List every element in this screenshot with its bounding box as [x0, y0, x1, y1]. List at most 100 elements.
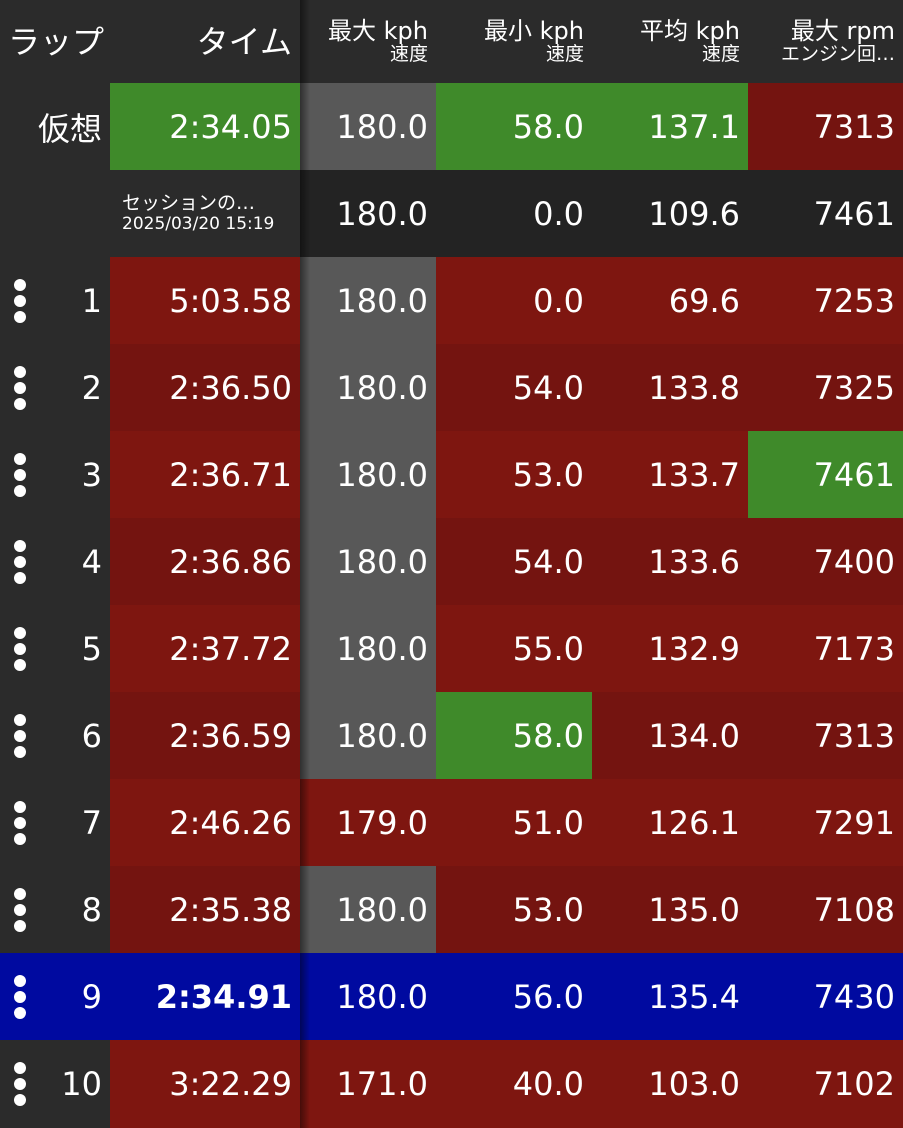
- lap-max-speed: 180.0: [300, 431, 436, 518]
- lap-avg-speed: 133.6: [592, 518, 748, 605]
- lap-max-speed: 180.0: [300, 257, 436, 344]
- header-max-rpm-sublabel: エンジン回…: [780, 43, 895, 65]
- lap-min-speed: 56.0: [436, 953, 592, 1040]
- header-min-speed[interactable]: 最小 kph 速度: [436, 0, 592, 83]
- lap-number: 4: [40, 518, 110, 605]
- row-menu-icon[interactable]: [0, 866, 40, 953]
- lap-max-rpm: 7253: [748, 257, 903, 344]
- session-datetime: 2025/03/20 15:19: [122, 213, 275, 234]
- lap-time: 5:03.58: [110, 257, 300, 344]
- lap-avg-speed: 134.0: [592, 692, 748, 779]
- lap-number: 10: [40, 1040, 110, 1128]
- table-row[interactable]: 10 3:22.29 171.0 40.0 103.0 7102: [0, 1040, 903, 1128]
- lap-avg-speed: 126.1: [592, 779, 748, 866]
- virtual-min-speed: 58.0: [436, 83, 592, 170]
- table-row-selected[interactable]: 9 2:34.91 180.0 56.0 135.4 7430: [0, 953, 903, 1040]
- lap-max-rpm: 7108: [748, 866, 903, 953]
- lap-avg-speed: 69.6: [592, 257, 748, 344]
- lap-max-rpm: 7291: [748, 779, 903, 866]
- lap-min-speed: 51.0: [436, 779, 592, 866]
- lap-time: 2:36.71: [110, 431, 300, 518]
- table-row[interactable]: 3 2:36.71 180.0 53.0 133.7 7461: [0, 431, 903, 518]
- row-menu-icon[interactable]: [0, 953, 40, 1040]
- lap-avg-speed: 103.0: [592, 1040, 748, 1128]
- lap-max-rpm: 7461: [748, 431, 903, 518]
- lap-avg-speed: 133.7: [592, 431, 748, 518]
- lap-max-speed: 180.0: [300, 953, 436, 1040]
- table-row[interactable]: 4 2:36.86 180.0 54.0 133.6 7400: [0, 518, 903, 605]
- header-max-speed[interactable]: 最大 kph 速度: [300, 0, 436, 83]
- lap-min-speed: 54.0: [436, 344, 592, 431]
- header-lap[interactable]: ラップ: [0, 0, 110, 83]
- table-row[interactable]: 1 5:03.58 180.0 0.0 69.6 7253: [0, 257, 903, 344]
- session-spacer: [0, 170, 110, 257]
- lap-max-speed: 180.0: [300, 344, 436, 431]
- row-menu-icon[interactable]: [0, 692, 40, 779]
- virtual-max-rpm: 7313: [748, 83, 903, 170]
- lap-avg-speed: 133.8: [592, 344, 748, 431]
- lap-min-speed: 53.0: [436, 866, 592, 953]
- header-avg-speed[interactable]: 平均 kph 速度: [592, 0, 748, 83]
- header-time[interactable]: タイム: [110, 0, 300, 83]
- session-min-speed: 0.0: [436, 170, 592, 257]
- lap-max-speed: 180.0: [300, 605, 436, 692]
- table-row[interactable]: 5 2:37.72 180.0 55.0 132.9 7173: [0, 605, 903, 692]
- row-menu-icon[interactable]: [0, 1040, 40, 1128]
- row-menu-icon[interactable]: [0, 257, 40, 344]
- row-menu-icon[interactable]: [0, 431, 40, 518]
- header-max-rpm[interactable]: 最大 rpm エンジン回…: [748, 0, 903, 83]
- table-row[interactable]: 6 2:36.59 180.0 58.0 134.0 7313: [0, 692, 903, 779]
- lap-time: 2:36.86: [110, 518, 300, 605]
- lap-min-speed: 53.0: [436, 431, 592, 518]
- lap-max-speed: 180.0: [300, 692, 436, 779]
- virtual-max-speed: 180.0: [300, 83, 436, 170]
- table-row[interactable]: 7 2:46.26 179.0 51.0 126.1 7291: [0, 779, 903, 866]
- row-menu-icon[interactable]: [0, 779, 40, 866]
- lap-max-speed: 179.0: [300, 779, 436, 866]
- row-menu-icon[interactable]: [0, 605, 40, 692]
- header-min-speed-sublabel: 速度: [545, 43, 584, 65]
- lap-min-speed: 0.0: [436, 257, 592, 344]
- session-row[interactable]: セッションの… 2025/03/20 15:19 180.0 0.0 109.6…: [0, 170, 903, 257]
- table-row[interactable]: 8 2:35.38 180.0 53.0 135.0 7108: [0, 866, 903, 953]
- lap-number: 6: [40, 692, 110, 779]
- table-row[interactable]: 2 2:36.50 180.0 54.0 133.8 7325: [0, 344, 903, 431]
- session-info: セッションの… 2025/03/20 15:19: [110, 170, 300, 257]
- header-time-label: タイム: [196, 22, 292, 61]
- lap-number: 5: [40, 605, 110, 692]
- session-max-speed: 180.0: [300, 170, 436, 257]
- lap-max-speed: 171.0: [300, 1040, 436, 1128]
- lap-min-speed: 58.0: [436, 692, 592, 779]
- lap-table: ラップ タイム 最大 kph 速度 最小 kph 速度 平均 kph 速度 最大…: [0, 0, 903, 1128]
- lap-max-rpm: 7400: [748, 518, 903, 605]
- session-max-rpm: 7461: [748, 170, 903, 257]
- header-min-speed-label: 最小 kph: [484, 17, 584, 45]
- header-avg-speed-sublabel: 速度: [701, 43, 740, 65]
- session-label: セッションの…: [122, 191, 256, 214]
- lap-max-rpm: 7313: [748, 692, 903, 779]
- row-menu-icon[interactable]: [0, 344, 40, 431]
- lap-number: 8: [40, 866, 110, 953]
- lap-max-rpm: 7102: [748, 1040, 903, 1128]
- lap-number: 9: [40, 953, 110, 1040]
- lap-min-speed: 40.0: [436, 1040, 592, 1128]
- header-lap-label: ラップ: [8, 22, 105, 61]
- lap-time: 2:36.59: [110, 692, 300, 779]
- row-menu-icon[interactable]: [0, 518, 40, 605]
- lap-number: 1: [40, 257, 110, 344]
- lap-time: 2:37.72: [110, 605, 300, 692]
- header-max-speed-sublabel: 速度: [389, 43, 428, 65]
- lap-time: 3:22.29: [110, 1040, 300, 1128]
- header-max-speed-label: 最大 kph: [328, 17, 428, 45]
- lap-number: 2: [40, 344, 110, 431]
- lap-avg-speed: 135.0: [592, 866, 748, 953]
- virtual-lap-row[interactable]: 仮想 2:34.05 180.0 58.0 137.1 7313: [0, 83, 903, 170]
- lap-max-rpm: 7430: [748, 953, 903, 1040]
- virtual-time: 2:34.05: [110, 83, 300, 170]
- lap-time: 2:34.91: [110, 953, 300, 1040]
- lap-number: 3: [40, 431, 110, 518]
- header-max-rpm-label: 最大 rpm: [790, 17, 895, 45]
- lap-max-speed: 180.0: [300, 518, 436, 605]
- lap-max-speed: 180.0: [300, 866, 436, 953]
- header-avg-speed-label: 平均 kph: [640, 17, 740, 45]
